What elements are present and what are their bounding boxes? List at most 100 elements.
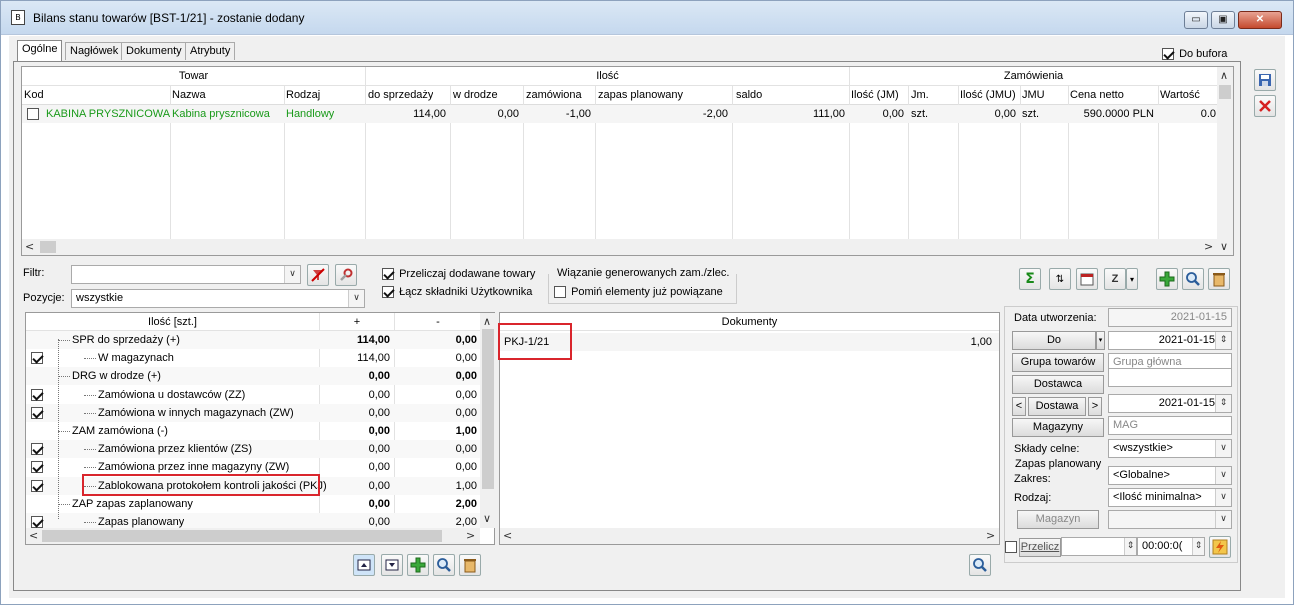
table-row[interactable]: W magazynach 114,00 0,00 [26, 349, 480, 367]
clear-filter-button[interactable] [307, 264, 329, 286]
view-document-button[interactable] [969, 554, 991, 576]
przelicz-time-field[interactable]: 00:00:0(⇕ [1137, 537, 1205, 556]
dostawa-date-field[interactable]: 2021-01-15 ⇕ [1108, 394, 1232, 413]
scroll-left-icon[interactable]: < [25, 240, 34, 253]
add-position-button[interactable] [407, 554, 429, 576]
hscroll-thumb[interactable] [40, 241, 56, 253]
table-row[interactable]: DRG w drodze (+) 0,00 0,00 [26, 367, 480, 386]
scroll-right-icon[interactable]: > [986, 529, 995, 542]
hscroll-thumb[interactable] [42, 530, 442, 542]
table-row[interactable]: Zamówiona w innych magazynach (ZW) 0,00 0,… [26, 403, 480, 422]
scroll-down-icon[interactable]: ∨ [483, 512, 491, 525]
search-button[interactable] [1182, 268, 1204, 290]
close-button[interactable]: ✕ [1238, 11, 1282, 29]
maximize-button[interactable]: ▣ [1211, 11, 1235, 29]
filtr-input[interactable]: ∨ [71, 265, 301, 284]
col-dokumenty[interactable]: Dokumenty [500, 316, 999, 328]
refresh-button[interactable] [1209, 536, 1231, 558]
delete-position-button[interactable] [459, 554, 481, 576]
spin-icon[interactable]: ⇕ [1192, 538, 1204, 555]
col-ilosc-jmu[interactable]: Ilość (JMU) [960, 89, 1016, 101]
col-saldo[interactable]: saldo [736, 89, 762, 101]
przelicz-button[interactable]: Przelicz [1019, 538, 1061, 557]
ilosc-vscroll[interactable]: ∧ ∨ [480, 313, 496, 528]
dostawa-prev-button[interactable]: < [1012, 397, 1026, 416]
do-date-field[interactable]: 2021-01-15 ⇕ [1108, 331, 1232, 350]
calendar-button[interactable] [1076, 268, 1098, 290]
row-checkbox[interactable] [27, 108, 39, 120]
towary-hscroll[interactable]: < > ∨ [22, 239, 1233, 255]
vscroll-thumb[interactable] [482, 329, 494, 489]
row-checkbox[interactable] [31, 461, 43, 474]
dostawca-button[interactable]: Dostawca [1012, 375, 1104, 394]
row-checkbox[interactable] [31, 516, 43, 528]
table-row[interactable]: KABINA PRYSZNICOWA Kabina prysznicowa Ha… [22, 105, 1217, 123]
table-row[interactable]: PKJ-1/21 1,00 [500, 333, 999, 351]
dostawa-next-button[interactable]: > [1088, 397, 1102, 416]
chevron-down-icon[interactable]: ∨ [284, 266, 300, 283]
col-rodzaj[interactable]: Rodzaj [286, 89, 320, 101]
col-plus[interactable]: + [320, 316, 394, 328]
col-zapas-planowany[interactable]: zapas planowany [598, 89, 683, 101]
spin-icon[interactable]: ⇕ [1215, 332, 1231, 349]
scroll-up-icon[interactable]: ∧ [483, 315, 491, 328]
col-kod[interactable]: Kod [24, 89, 44, 101]
generate-button[interactable]: Z [1104, 268, 1126, 290]
col-nazwa[interactable]: Nazwa [172, 89, 206, 101]
ilosc-hscroll[interactable]: < > [26, 528, 480, 544]
sort-button[interactable]: ⇅ [1049, 268, 1071, 290]
sklady-celne-select[interactable]: <wszystkie> ∨ [1108, 439, 1232, 458]
col-minus[interactable]: - [395, 316, 481, 328]
col-ilosc-szt[interactable]: Ilość [szt.] [26, 316, 319, 328]
row-checkbox[interactable] [31, 406, 43, 419]
collapse-button[interactable] [381, 554, 403, 576]
chevron-down-icon[interactable]: ∨ [348, 290, 364, 307]
tab-naglowek[interactable]: Nagłówek [65, 42, 124, 60]
row-checkbox[interactable] [31, 352, 43, 365]
tab-ogolne[interactable]: Ogólne [17, 40, 63, 61]
scroll-right-icon[interactable]: > [1204, 240, 1213, 253]
sum-button[interactable]: Σ [1019, 268, 1041, 290]
col-zamowiona[interactable]: zamówiona [526, 89, 582, 101]
row-checkbox[interactable] [31, 479, 43, 492]
table-row[interactable]: Zamówiona u dostawców (ZZ) 0,00 0,00 [26, 386, 480, 404]
add-button[interactable] [1156, 268, 1178, 290]
table-row[interactable]: ZAP zapas zaplanowany 0,00 2,00 [26, 495, 480, 513]
magazyn-button[interactable]: Magazyn [1017, 510, 1099, 529]
rodzaj-select[interactable]: <Ilość minimalna> ∨ [1108, 488, 1232, 507]
col-ilosc-jm[interactable]: Ilość (JM) [851, 89, 899, 101]
dokumenty-grid[interactable]: Dokumenty PKJ-1/21 1,00 < > [499, 312, 1000, 545]
col-cena-netto[interactable]: Cena netto [1070, 89, 1124, 101]
scroll-up-icon[interactable]: ∧ [1220, 69, 1228, 82]
spin-icon[interactable]: ⇕ [1124, 538, 1136, 555]
generate-menu-button[interactable]: ▾ [1126, 268, 1138, 290]
przelicz-checkbox[interactable] [1005, 541, 1017, 554]
scroll-left-icon[interactable]: < [503, 529, 512, 542]
spin-icon[interactable]: ⇕ [1215, 395, 1231, 412]
pozycje-select[interactable]: wszystkie ∨ [71, 289, 365, 308]
scroll-right-icon[interactable]: > [466, 529, 475, 542]
save-button[interactable] [1254, 69, 1276, 91]
chevron-down-icon[interactable]: ∨ [1215, 467, 1231, 484]
table-row[interactable]: SPR do sprzedaży (+) 114,00 0,00 [26, 331, 480, 349]
ilosc-grid[interactable]: Ilość [szt.] + - SPR do sprzedaży (+) 114… [25, 312, 496, 545]
col-wartosc[interactable]: Wartość [1160, 89, 1200, 101]
przelicz-value-field[interactable]: ⇕ [1061, 537, 1137, 556]
towary-vscroll[interactable]: ∧ [1217, 67, 1233, 239]
expand-button[interactable] [353, 554, 375, 576]
table-row[interactable]: Zamówiona przez klientów (ZS) 0,00 0,00 [26, 440, 480, 459]
table-row[interactable]: ZAM zamówiona (-) 0,00 1,00 [26, 422, 480, 440]
chevron-down-icon[interactable]: ∨ [1215, 489, 1231, 506]
view-position-button[interactable] [433, 554, 455, 576]
docs-hscroll[interactable]: < > [500, 528, 999, 544]
do-menu-button[interactable]: ▾ [1096, 331, 1105, 350]
do-button[interactable]: Do [1012, 331, 1096, 350]
col-jmu[interactable]: JMU [1022, 89, 1045, 101]
col-w-drodze[interactable]: w drodze [453, 89, 498, 101]
delete-button[interactable] [1208, 268, 1230, 290]
vscroll-thumb[interactable] [1219, 85, 1231, 99]
lacz-checkbox[interactable]: Łącz składniki Użytkownika [382, 286, 532, 299]
do-bufora-checkbox[interactable]: Do bufora [1162, 48, 1227, 61]
grupa-towarow-button[interactable]: Grupa towarów [1012, 353, 1104, 372]
col-do-sprzedazy[interactable]: do sprzedaży [368, 89, 433, 101]
